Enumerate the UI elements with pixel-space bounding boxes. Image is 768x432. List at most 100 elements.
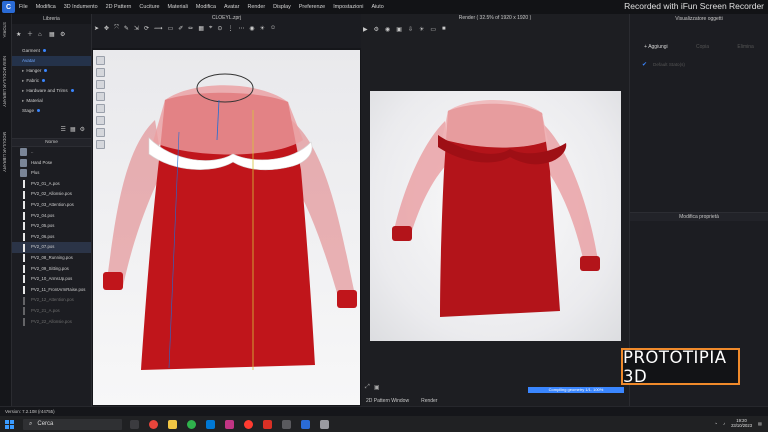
menu-3d-indumento[interactable]: 3D Indumento	[64, 4, 98, 10]
list-item[interactable]: PV2_05.pos	[12, 221, 91, 232]
zoom-icon[interactable]: ⤢	[365, 384, 370, 391]
render-preview-image[interactable]	[370, 91, 621, 341]
windows-start-icon[interactable]	[5, 419, 14, 429]
list-item[interactable]: Plus	[12, 168, 91, 179]
camera-icon[interactable]: ◉	[249, 25, 254, 32]
tuck-icon[interactable]: ⇲	[134, 25, 139, 32]
home-icon[interactable]: ⌂	[38, 32, 45, 39]
list-item[interactable]: PV2_10_ArmsUp.pos	[12, 274, 91, 285]
list-item[interactable]: PV2_21_A.pos	[12, 306, 91, 317]
file-explorer-icon[interactable]	[168, 419, 177, 429]
menu-modifica-2[interactable]: Modifica	[196, 4, 216, 10]
mail-icon[interactable]	[206, 419, 215, 429]
media-icon[interactable]	[282, 419, 291, 429]
view-mode-icon[interactable]	[96, 56, 105, 65]
list-item[interactable]: PV2_02_Allonsie.pos	[12, 189, 91, 200]
menu-2d-pattern[interactable]: 2D Pattern	[106, 4, 132, 10]
list-item[interactable]: PV2_08_Running.pos	[12, 253, 91, 264]
fit-icon[interactable]: ▣	[374, 384, 380, 391]
settings-icon[interactable]: ⚙	[80, 126, 85, 138]
zipper-icon[interactable]: ⋮	[227, 25, 233, 32]
rail-tab-new-modular-library[interactable]: NEW MODULAR LIBRARY	[2, 56, 7, 107]
render-image-icon[interactable]: ▣	[396, 26, 402, 33]
texture-icon[interactable]: ▦	[198, 25, 204, 32]
render-play-icon[interactable]: ▶	[363, 26, 368, 33]
view-mode-icon[interactable]	[96, 116, 105, 125]
edit-icon[interactable]: ✐	[178, 25, 183, 32]
task-view-icon[interactable]	[130, 419, 139, 429]
menu-render[interactable]: Render	[247, 4, 265, 10]
rail-tab-modular-library[interactable]: MODULAR LIBRARY	[2, 132, 7, 172]
menu-aiuto[interactable]: Aiuto	[371, 4, 383, 10]
menu-materiali[interactable]: Materiali	[168, 4, 188, 10]
measure-icon[interactable]: ⌖	[209, 25, 212, 32]
tree-item-stage[interactable]: Stage	[12, 106, 91, 116]
tree-item-avatar[interactable]: Avatar	[12, 56, 91, 66]
menu-cuciture[interactable]: Cuciture	[139, 4, 159, 10]
network-icon[interactable]: ◔	[714, 421, 717, 426]
add-button[interactable]: + Aggiungi	[644, 44, 668, 50]
youtube-icon[interactable]	[244, 419, 253, 429]
list-item[interactable]: PV2_12_Attention.pos	[12, 295, 91, 306]
scene-3d-canvas[interactable]	[93, 50, 360, 405]
grid-icon[interactable]: ▦	[49, 32, 56, 39]
render-video-icon[interactable]: ▭	[430, 26, 436, 33]
settings-app-icon[interactable]	[320, 419, 329, 429]
menu-display[interactable]: Display	[273, 4, 291, 10]
copy-button[interactable]: Copia	[696, 44, 709, 50]
brush-icon[interactable]: ✏	[188, 25, 193, 32]
menu-file[interactable]: File	[19, 4, 28, 10]
pin-icon[interactable]: ✎	[124, 25, 129, 32]
render-camera-icon[interactable]: ◉	[385, 26, 390, 33]
clock[interactable]: 19:20 23/10/2023	[731, 418, 752, 428]
menu-modifica[interactable]: Modifica	[36, 4, 56, 10]
tree-item-hardware-and-trims[interactable]: ▸ Hardware and Trims	[12, 86, 91, 96]
acrobat-icon[interactable]	[263, 419, 272, 429]
add-icon[interactable]: ＋	[27, 32, 34, 39]
view-mode-icon[interactable]	[96, 92, 105, 101]
menu-preferenze[interactable]: Preferenze	[299, 4, 325, 10]
render-settings-icon[interactable]: ⚙	[374, 26, 379, 33]
avatar-icon[interactable]: ☺	[270, 25, 276, 32]
tree-item-hanger[interactable]: ▸ Hanger	[12, 66, 91, 76]
clo-app-icon[interactable]	[301, 419, 310, 429]
list-item[interactable]: PV2_04.pos	[12, 211, 91, 222]
chrome-icon[interactable]	[149, 419, 158, 429]
view-mode-icon[interactable]	[96, 140, 105, 149]
rail-tab-storia[interactable]: STORIA	[2, 22, 7, 38]
tree-item-material[interactable]: ▸ Material	[12, 96, 91, 106]
view-mode-icon[interactable]	[96, 128, 105, 137]
move-icon[interactable]: ✥	[104, 25, 109, 32]
photos-icon[interactable]	[225, 419, 234, 429]
light-icon[interactable]: ☀	[260, 25, 265, 32]
list-item[interactable]: PV2_09_Sitting.pos	[12, 264, 91, 275]
fold-icon[interactable]: ⤧	[114, 25, 119, 32]
file-column-header[interactable]: Nome	[12, 138, 91, 147]
select-arrow-icon[interactable]: ➤	[94, 25, 99, 32]
taskbar-search-input[interactable]: ⌕ Cerca	[23, 418, 122, 430]
notifications-icon[interactable]: ▤	[758, 421, 762, 426]
list-item-selected[interactable]: PV2_07.pos	[12, 242, 91, 253]
delete-button[interactable]: Elimina	[737, 44, 753, 50]
menu-avatar[interactable]: Avatar	[224, 4, 239, 10]
list-view-icon[interactable]: ☰	[61, 126, 66, 138]
button-icon[interactable]: ⊙	[217, 25, 222, 32]
topstitch-icon[interactable]: ⋯	[238, 25, 244, 32]
grid-view-icon[interactable]: ▦	[70, 126, 76, 138]
object-row[interactable]: ✔ Default Stato(s)	[642, 61, 768, 68]
list-item[interactable]: ..	[12, 147, 91, 158]
list-item[interactable]: PV2_11_FrontArmRaise.pos	[12, 285, 91, 296]
list-item[interactable]: PV2_03_Attention.pos	[12, 200, 91, 211]
tree-item-fabric[interactable]: ▸ Fabric	[12, 76, 91, 86]
star-icon[interactable]: ★	[16, 32, 23, 39]
list-item[interactable]: Hand Pose	[12, 158, 91, 169]
seam-icon[interactable]: ⟿	[154, 25, 163, 32]
view-mode-icon[interactable]	[96, 104, 105, 113]
render-light-icon[interactable]: ☀	[419, 26, 424, 33]
view-mode-icon[interactable]	[96, 80, 105, 89]
list-item[interactable]: PV2_01_A.pos	[12, 179, 91, 190]
menu-impostazioni[interactable]: Impostazioni	[333, 4, 363, 10]
simulate-icon[interactable]: ⟳	[144, 25, 149, 32]
tree-item-garment[interactable]: Garment	[12, 46, 91, 56]
render-stop-icon[interactable]: ■	[442, 26, 446, 33]
